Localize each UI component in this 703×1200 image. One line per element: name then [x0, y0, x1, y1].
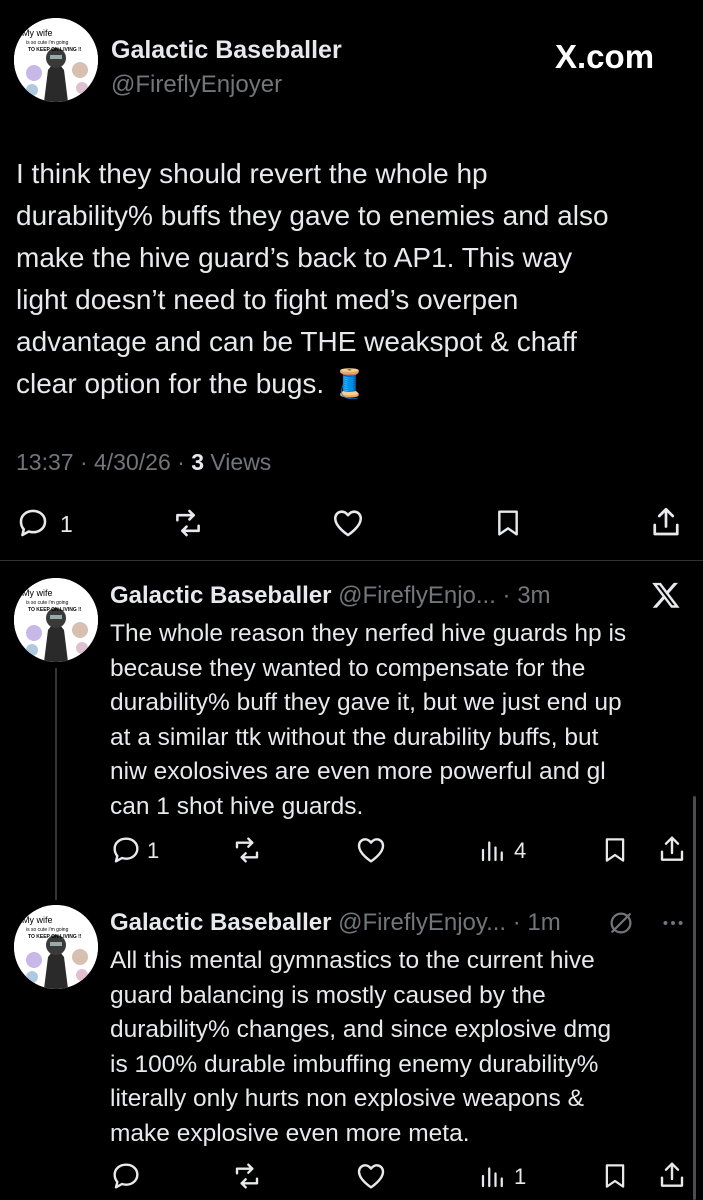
handle-time[interactable]: @FireflyEnjo... · 3m — [338, 582, 550, 609]
bookmark-button[interactable] — [492, 505, 524, 541]
views-button[interactable] — [478, 834, 508, 866]
like-button[interactable] — [354, 1160, 388, 1192]
reply-count: 1 — [60, 511, 73, 537]
share-icon — [653, 507, 679, 536]
source-label: X.com — [555, 38, 655, 75]
avatar[interactable]: My wife is so cute i'm going TO KEEP ON … — [14, 905, 98, 989]
bookmark-icon — [605, 1164, 625, 1188]
share-button[interactable] — [648, 504, 684, 540]
views-count: 4 — [514, 838, 527, 863]
reply-text: All this mental gymnastics to the curren… — [110, 947, 612, 1147]
user-handle[interactable]: @FireflyEnjoyer — [111, 71, 282, 99]
reply-button[interactable] — [110, 834, 142, 866]
reply-icon — [113, 837, 139, 863]
views-count: 3 — [191, 449, 204, 475]
reply-icon — [19, 509, 47, 537]
heart-icon — [357, 1164, 385, 1189]
x-logo-icon — [650, 580, 682, 610]
heart-icon — [333, 510, 363, 537]
svg-text:My wife: My wife — [22, 915, 53, 925]
bookmark-icon — [498, 510, 518, 536]
more-options-icon[interactable] — [660, 908, 686, 938]
bookmark-button[interactable] — [600, 1159, 630, 1193]
svg-text:TO KEEP ON LIVING !!: TO KEEP ON LIVING !! — [28, 934, 82, 940]
repost-icon — [235, 1163, 259, 1189]
views-button[interactable] — [478, 1160, 508, 1192]
reply-text: The whole reason they nerfed hive guards… — [110, 620, 627, 820]
svg-text:My wife: My wife — [22, 588, 53, 598]
like-button[interactable] — [330, 506, 366, 540]
time-date[interactable]: 13:37 · 4/30/26 · — [16, 449, 191, 475]
reply-header: Galactic Baseballer @FireflyEnjo... · 3m — [110, 582, 551, 610]
avatar[interactable]: My wife is so cute i'm going TO KEEP ON … — [14, 18, 98, 102]
divider — [0, 560, 703, 561]
repost-icon — [176, 509, 200, 537]
analytics-icon — [481, 1167, 503, 1188]
repost-button[interactable] — [230, 1160, 264, 1192]
views-label: Views — [203, 449, 272, 475]
share-button[interactable] — [656, 832, 688, 866]
display-name[interactable]: Galactic Baseballer — [110, 582, 331, 609]
svg-text:My wife: My wife — [22, 28, 53, 38]
handle-time[interactable]: @FireflyEnjoy... · 1m — [338, 909, 561, 936]
repost-button[interactable] — [170, 506, 206, 540]
repost-button[interactable] — [230, 834, 264, 866]
bookmark-icon — [605, 838, 625, 862]
svg-text:is so cute i'm going: is so cute i'm going — [26, 40, 69, 46]
avatar[interactable]: My wife is so cute i'm going TO KEEP ON … — [14, 578, 98, 662]
like-button[interactable] — [354, 834, 388, 866]
reply-button[interactable] — [16, 506, 50, 540]
grok-icon[interactable] — [606, 908, 636, 938]
share-button[interactable] — [656, 1158, 688, 1192]
display-name[interactable]: Galactic Baseballer — [111, 36, 342, 65]
heart-icon — [357, 838, 385, 863]
post-timestamp: 13:37 · 4/30/26 · 3 Views — [16, 449, 271, 476]
views-count: 1 — [514, 1164, 527, 1189]
post-text: I think they should revert the whole hp … — [16, 158, 609, 399]
display-name[interactable]: Galactic Baseballer — [110, 909, 331, 936]
reply-header: Galactic Baseballer @FireflyEnjoy... · 1… — [110, 909, 561, 937]
share-icon — [660, 1162, 684, 1187]
svg-text:TO KEEP ON LIVING !!: TO KEEP ON LIVING !! — [28, 47, 82, 53]
reply-count: 1 — [147, 838, 160, 863]
share-icon — [660, 836, 684, 861]
svg-text:is so cute i'm going: is so cute i'm going — [26, 927, 69, 933]
repost-icon — [235, 837, 259, 863]
bookmark-button[interactable] — [600, 833, 630, 867]
svg-text:is so cute i'm going: is so cute i'm going — [26, 600, 69, 606]
thread-line — [55, 668, 57, 900]
analytics-icon — [481, 841, 503, 862]
svg-text:TO KEEP ON LIVING !!: TO KEEP ON LIVING !! — [28, 607, 82, 613]
reply-button[interactable] — [110, 1160, 142, 1192]
reply-icon — [113, 1163, 139, 1189]
